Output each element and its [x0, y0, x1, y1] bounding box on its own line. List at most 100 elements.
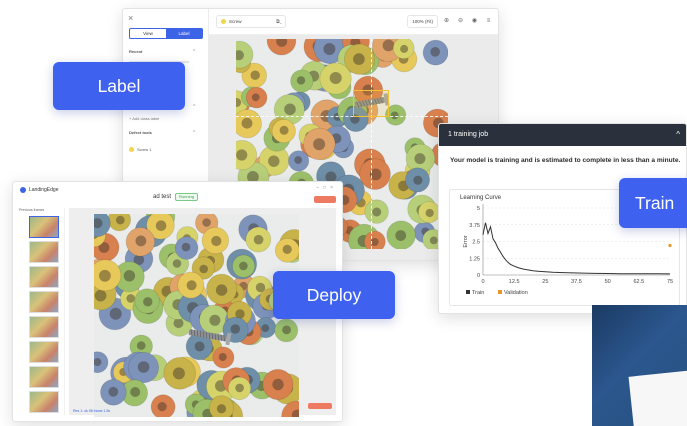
class-item[interactable]: Screw 1: [129, 147, 151, 152]
section-recent-label: Recent: [129, 49, 143, 54]
stop-button[interactable]: [314, 196, 336, 203]
app-name: LandingEdge: [29, 187, 59, 193]
cereal-ring-hole: [400, 44, 409, 53]
model-name: ad test: [153, 194, 172, 200]
crosshair-horizontal: [236, 116, 448, 117]
legend-label-train: Train: [472, 290, 484, 296]
legend-swatch-validation: [498, 290, 502, 294]
frame-thumbnail[interactable]: [29, 391, 59, 413]
cereal-ring-hole: [282, 244, 292, 254]
cereal-ring-hole: [136, 341, 146, 350]
y-tick-label: 0: [477, 273, 480, 279]
cereal-ring-hole: [116, 215, 125, 225]
window-controls[interactable]: –□×: [316, 185, 337, 191]
class-name: Screw 1: [137, 147, 152, 152]
menu-icon[interactable]: ≡: [483, 15, 494, 28]
training-header[interactable]: 1 training job ^: [439, 124, 686, 146]
cereal-ring-hole: [430, 47, 440, 57]
cereal-ring-hole: [94, 289, 107, 302]
cereal-ring-hole: [261, 324, 270, 332]
x-tick-label: 12.5: [509, 279, 520, 285]
cereal-ring-hole: [108, 386, 119, 397]
chevron-up-icon[interactable]: ^: [676, 124, 680, 146]
eye-icon[interactable]: ◉: [469, 15, 480, 28]
cereal-ring-hole: [272, 378, 284, 391]
x-tick-label: 75: [667, 279, 673, 285]
photo-object: [628, 369, 687, 426]
cereal-ring-hole: [353, 53, 365, 65]
class-color-dot: [221, 19, 226, 24]
section-recent[interactable]: Recent ^: [129, 49, 195, 55]
frame-thumbnail[interactable]: [29, 366, 59, 388]
train-pill: Train: [619, 178, 687, 228]
result-text: Res 1: ok 98 frame 1.5s: [73, 409, 111, 413]
cereal-ring-hole: [282, 325, 291, 335]
cereal-ring-hole: [172, 367, 185, 380]
zoom-out-icon[interactable]: ⊖: [455, 15, 466, 28]
cereal-ring-hole: [172, 259, 182, 268]
label-toolbar: Screw ⧉⌄ 100% (Fit) ⊕ ⊖ ◉ ≡: [209, 9, 498, 35]
deploy-pill: Deploy: [273, 271, 395, 319]
cereal-ring-hole: [236, 149, 248, 161]
crosshair-vertical: [371, 39, 372, 249]
zoom-in-icon[interactable]: ⊕: [441, 15, 452, 28]
section-defect-tools-label: Defect tools: [129, 130, 152, 135]
cereal-ring-hole: [414, 153, 426, 165]
cereal-ring-hole: [123, 270, 136, 282]
app-logo: LandingEdge: [20, 187, 58, 193]
cereal-image[interactable]: [94, 214, 299, 417]
image-name-field[interactable]: Screw ⧉⌄: [216, 15, 286, 28]
cereal-ring-hole: [130, 387, 141, 397]
chevron-up-icon: ^: [193, 130, 196, 136]
x-tick-label: 25: [542, 279, 548, 285]
x-tick-label: 62.5: [633, 279, 644, 285]
frames-header: Previous frames: [19, 208, 45, 212]
zoom-select[interactable]: 100% (Fit): [407, 15, 438, 28]
cereal-ring-hole: [230, 324, 241, 334]
y-tick-label: 2.5: [472, 240, 480, 246]
label-mode-button[interactable]: Label: [166, 29, 202, 38]
cereal-ring-hole: [135, 235, 147, 247]
cereal-ring-hole: [395, 230, 407, 241]
save-button[interactable]: [308, 403, 332, 409]
status-badge: Running: [175, 193, 198, 201]
frame-thumbnail[interactable]: [29, 291, 59, 313]
class-color-dot: [129, 147, 134, 152]
close-icon[interactable]: ×: [128, 13, 133, 23]
add-class-link[interactable]: + Add class label: [129, 116, 159, 121]
logo-icon: [20, 187, 26, 193]
cereal-ring-hole: [429, 236, 438, 245]
bounding-box[interactable]: [353, 90, 389, 117]
training-message: Your model is training and is estimated …: [450, 157, 681, 164]
frame-thumbnail[interactable]: [29, 216, 59, 238]
view-mode-button[interactable]: View: [130, 29, 166, 38]
cereal-ring-hole: [199, 264, 208, 274]
series-line-train: [482, 222, 671, 275]
cereal-ring-hole: [253, 234, 264, 245]
frame-thumbnail[interactable]: [29, 341, 59, 363]
x-tick-label: 50: [605, 279, 611, 285]
cereal-ring-hole: [241, 117, 253, 129]
frame-thumbnail[interactable]: [29, 266, 59, 288]
copy-icon[interactable]: ⧉⌄: [276, 19, 282, 25]
image-name: Screw: [229, 19, 242, 24]
cereal-ring-hole: [372, 207, 382, 217]
section-defect-tools[interactable]: Defect tools ^: [129, 130, 195, 136]
cereal-ring-hole: [126, 294, 135, 303]
y-tick-label: 3.75: [469, 223, 480, 229]
cereal-ring-hole: [250, 70, 260, 80]
cereal-ring-hole: [137, 361, 150, 373]
y-axis-label: Error: [463, 235, 469, 247]
frame-thumbnail[interactable]: [29, 241, 59, 263]
x-tick-label: 37.5: [571, 279, 582, 285]
mode-toggle: View Label: [129, 28, 203, 39]
frame-thumbnail[interactable]: [29, 316, 59, 338]
cereal-ring-hole: [215, 284, 228, 296]
legend-swatch-train: [466, 290, 470, 294]
chevron-up-icon: ^: [193, 104, 196, 110]
cereal-ring-hole: [194, 341, 205, 352]
cereal-ring-hole: [216, 404, 227, 414]
cereal-ring-hole: [425, 208, 434, 218]
cereal-ring-hole: [268, 155, 280, 167]
cereal-ring-hole: [157, 402, 167, 412]
